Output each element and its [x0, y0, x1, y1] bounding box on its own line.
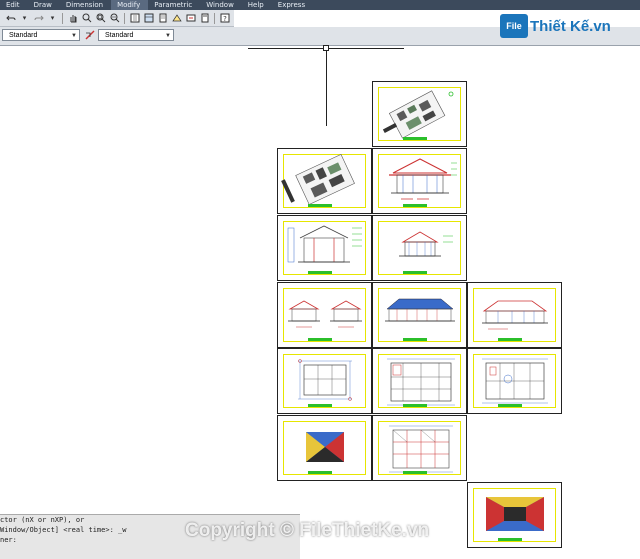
svg-text:?: ? [223, 15, 227, 23]
menu-modify[interactable]: Modify [111, 0, 149, 10]
menu-express[interactable]: Express [272, 0, 313, 10]
help-icon[interactable]: ? [218, 12, 231, 25]
properties-icon[interactable] [128, 12, 141, 25]
menu-edit[interactable]: Edit [0, 0, 28, 10]
sheet-front-elevation[interactable] [372, 148, 467, 214]
pan-hand-icon[interactable] [66, 12, 79, 25]
chevron-down-icon: ▼ [165, 33, 171, 39]
redo-icon[interactable] [32, 12, 45, 25]
crosshair-vertical [326, 46, 327, 126]
copyright-watermark: Copyright © FileThietKe.vn [185, 520, 430, 541]
sheet-roof-plan-b[interactable] [467, 482, 562, 548]
zoom-window-icon[interactable] [94, 12, 107, 25]
menu-help[interactable]: Help [242, 0, 272, 10]
sheet-site-plan-a[interactable] [372, 81, 467, 147]
sheet-long-elevation-a[interactable] [372, 282, 467, 348]
sheet-floor-plan-a[interactable] [277, 348, 372, 414]
dropdown-arrow-icon[interactable]: ▾ [18, 12, 31, 25]
dropdown-arrow-icon[interactable]: ▾ [46, 12, 59, 25]
sheet-section-a[interactable] [277, 215, 372, 281]
sheet-floor-plan-c[interactable] [467, 348, 562, 414]
sheet-long-elevation-b[interactable] [467, 282, 562, 348]
menu-parametric[interactable]: Parametric [148, 0, 200, 10]
sheet-roof-plan-a[interactable] [277, 415, 372, 481]
dim-style-value: Standard [105, 32, 134, 39]
toolbar-separator [214, 12, 215, 24]
undo-icon[interactable] [4, 12, 17, 25]
zoom-previous-icon[interactable] [108, 12, 121, 25]
sheet-foundation-plan[interactable] [372, 415, 467, 481]
tool-palettes-icon[interactable] [156, 12, 169, 25]
drawing-canvas[interactable] [0, 45, 640, 558]
crosshair-pickbox [323, 45, 329, 51]
dim-style-icon[interactable] [84, 29, 96, 41]
toolbar-separator [62, 12, 63, 24]
sheet-side-elevation[interactable] [372, 215, 467, 281]
sheet-set-icon[interactable] [170, 12, 183, 25]
markup-icon[interactable] [184, 12, 197, 25]
standard-toolbar: ▾ ▾ ? [0, 10, 234, 27]
sheet-elevations-pair[interactable] [277, 282, 372, 348]
text-style-value: Standard [9, 32, 38, 39]
calculator-icon[interactable] [198, 12, 211, 25]
menu-bar: Edit Draw Dimension Modify Parametric Wi… [0, 0, 640, 10]
menu-draw[interactable]: Draw [28, 0, 60, 10]
design-center-icon[interactable] [142, 12, 155, 25]
text-style-select[interactable]: Standard ▼ [2, 29, 80, 41]
dim-style-select[interactable]: Standard ▼ [98, 29, 174, 41]
chevron-down-icon: ▼ [71, 33, 77, 39]
toolbar-separator [124, 12, 125, 24]
logo-mark: File [500, 14, 528, 38]
menu-dimension[interactable]: Dimension [60, 0, 111, 10]
menu-window[interactable]: Window [200, 0, 242, 10]
zoom-realtime-icon[interactable] [80, 12, 93, 25]
sheet-floor-plan-b[interactable] [372, 348, 467, 414]
sheet-site-plan-b[interactable] [277, 148, 372, 214]
site-logo: File Thiết Kế.vn [500, 14, 611, 38]
logo-text: Thiết Kế.vn [530, 17, 611, 35]
